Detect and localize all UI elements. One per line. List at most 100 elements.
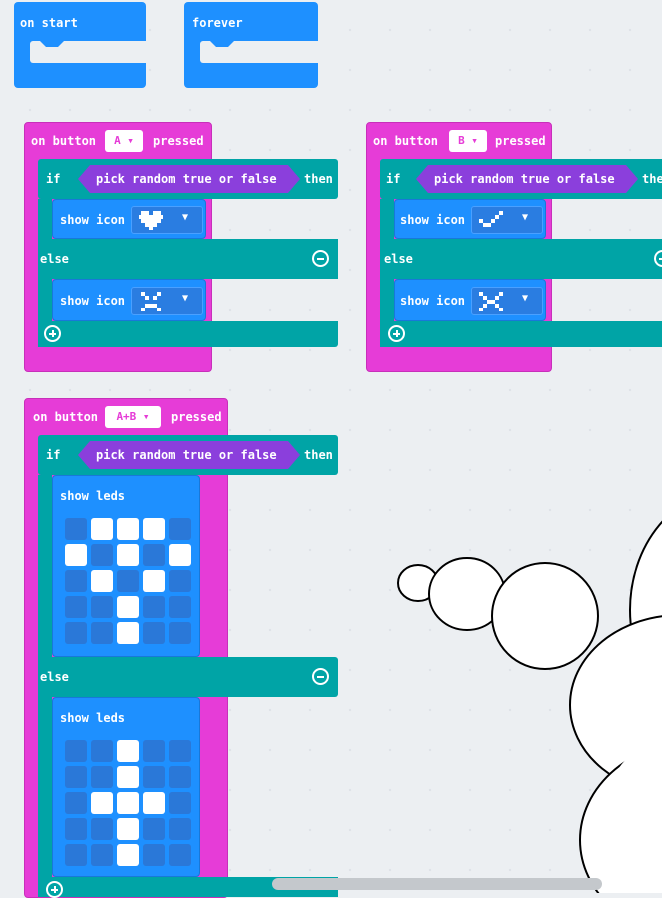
led-cell[interactable] — [117, 596, 139, 618]
led-grid-2[interactable] — [65, 740, 195, 870]
add-else-icon-a[interactable] — [44, 325, 61, 342]
led-cell[interactable] — [117, 766, 139, 788]
remove-else-icon-a[interactable] — [312, 250, 329, 267]
icon-dropdown-a1[interactable]: ▼ — [131, 206, 203, 234]
button-a-dropdown[interactable]: A ▾ — [105, 130, 143, 152]
remove-else-icon-b[interactable] — [654, 250, 662, 267]
led-cell[interactable] — [65, 570, 87, 592]
show-leds-1-block[interactable]: show leds — [52, 475, 200, 657]
show-icon-b2-block[interactable]: show icon ▼ — [394, 279, 546, 321]
led-cell[interactable] — [143, 818, 165, 840]
led-cell[interactable] — [65, 844, 87, 866]
show-icon-b1-label: show icon — [400, 213, 466, 227]
led-cell[interactable] — [143, 544, 165, 566]
show-icon-b2-label: show icon — [400, 294, 466, 308]
if-label-ab: if — [46, 448, 61, 462]
led-cell[interactable] — [143, 570, 165, 592]
icon-dropdown-b1[interactable]: ▼ — [471, 206, 543, 234]
on-start-block[interactable]: on start — [14, 2, 146, 88]
led-cell[interactable] — [143, 740, 165, 762]
button-b-dropdown[interactable]: B ▾ — [449, 130, 487, 152]
led-cell[interactable] — [91, 570, 113, 592]
condition-label-ab: pick random true or false — [96, 448, 277, 462]
diagonal-icon — [479, 211, 503, 227]
led-cell[interactable] — [91, 792, 113, 814]
on-button-b-prefix: on button — [373, 134, 439, 148]
led-cell[interactable] — [117, 818, 139, 840]
else-row-a: else — [38, 239, 338, 279]
led-cell[interactable] — [143, 518, 165, 540]
forever-block[interactable]: forever — [184, 2, 318, 88]
led-cell[interactable] — [169, 740, 191, 762]
led-cell[interactable] — [65, 596, 87, 618]
led-cell[interactable] — [169, 570, 191, 592]
led-cell[interactable] — [143, 844, 165, 866]
led-cell[interactable] — [117, 740, 139, 762]
add-else-icon-ab[interactable] — [46, 881, 63, 898]
if-label-b: if — [386, 172, 401, 186]
led-cell[interactable] — [117, 622, 139, 644]
led-cell[interactable] — [65, 544, 87, 566]
led-cell[interactable] — [117, 792, 139, 814]
cross-icon — [479, 292, 503, 311]
led-cell[interactable] — [169, 792, 191, 814]
led-cell[interactable] — [65, 622, 87, 644]
led-cell[interactable] — [117, 570, 139, 592]
led-grid-1[interactable] — [65, 518, 195, 648]
led-cell[interactable] — [91, 818, 113, 840]
led-cell[interactable] — [117, 544, 139, 566]
led-cell[interactable] — [65, 740, 87, 762]
led-cell[interactable] — [169, 844, 191, 866]
led-cell[interactable] — [169, 818, 191, 840]
on-button-ab-suffix: pressed — [171, 410, 222, 424]
led-cell[interactable] — [65, 792, 87, 814]
if-block-b[interactable]: if pick random true or false the — [380, 159, 662, 199]
led-cell[interactable] — [65, 818, 87, 840]
led-cell[interactable] — [65, 766, 87, 788]
led-cell[interactable] — [91, 740, 113, 762]
else-row-ab: else — [38, 657, 338, 697]
show-leds-1-label: show leds — [60, 489, 126, 503]
led-cell[interactable] — [117, 844, 139, 866]
on-button-ab-prefix: on button — [33, 410, 99, 424]
icon-dropdown-b2[interactable]: ▼ — [471, 287, 543, 315]
led-cell[interactable] — [169, 544, 191, 566]
show-icon-a2-block[interactable]: show icon ▼ — [52, 279, 206, 321]
heart-icon — [139, 211, 163, 230]
led-cell[interactable] — [91, 596, 113, 618]
led-cell[interactable] — [91, 518, 113, 540]
led-cell[interactable] — [91, 766, 113, 788]
else-label-ab: else — [40, 670, 69, 684]
on-button-a-suffix: pressed — [153, 134, 204, 148]
remove-else-icon-ab[interactable] — [312, 668, 329, 685]
if-block-a[interactable]: if pick random true or false then — [38, 159, 338, 199]
add-else-icon-b[interactable] — [388, 325, 405, 342]
condition-label-b: pick random true or false — [434, 172, 615, 186]
icon-dropdown-a2[interactable]: ▼ — [131, 287, 203, 315]
horizontal-scrollbar[interactable] — [272, 878, 602, 890]
on-button-a-prefix: on button — [31, 134, 97, 148]
led-cell[interactable] — [143, 792, 165, 814]
led-cell[interactable] — [65, 518, 87, 540]
chevron-down-icon: ▼ — [522, 212, 529, 223]
if-foot-a — [38, 321, 338, 347]
show-leds-2-block[interactable]: show leds — [52, 697, 200, 877]
show-icon-b1-block[interactable]: show icon ▼ — [394, 199, 546, 239]
led-cell[interactable] — [91, 544, 113, 566]
show-icon-a2-label: show icon — [60, 294, 126, 308]
chevron-down-icon: ▼ — [522, 293, 529, 304]
led-cell[interactable] — [91, 622, 113, 644]
led-cell[interactable] — [169, 622, 191, 644]
led-cell[interactable] — [169, 766, 191, 788]
button-ab-dropdown[interactable]: A+B ▾ — [105, 406, 161, 428]
show-leds-2-label: show leds — [60, 711, 126, 725]
led-cell[interactable] — [143, 596, 165, 618]
if-block-ab[interactable]: if pick random true or false then — [38, 435, 338, 475]
led-cell[interactable] — [169, 518, 191, 540]
led-cell[interactable] — [169, 596, 191, 618]
led-cell[interactable] — [91, 844, 113, 866]
led-cell[interactable] — [143, 622, 165, 644]
led-cell[interactable] — [117, 518, 139, 540]
show-icon-a1-block[interactable]: show icon ▼ — [52, 199, 206, 239]
led-cell[interactable] — [143, 766, 165, 788]
